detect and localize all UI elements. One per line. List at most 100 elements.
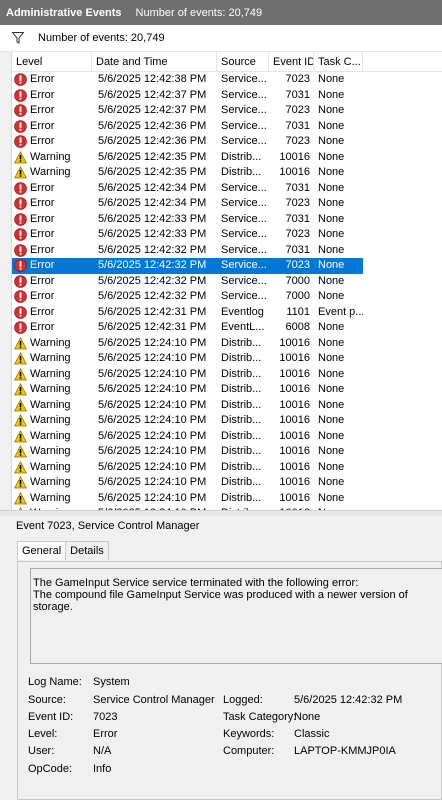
table-row[interactable]: Warning 5/6/2025 12:24:10 PM Distrib... 100… (12, 351, 363, 367)
cell-source: Distrib... (221, 460, 262, 473)
event-message-line-1: The GameInput Service service terminated… (33, 577, 359, 589)
table-row[interactable]: Warning 5/6/2025 12:24:10 PM Distrib... 100… (12, 429, 363, 445)
cell-level: Warning (12, 460, 92, 476)
cell-date: 5/6/2025 12:42:31 PM (98, 321, 207, 333)
level-text: Warning (30, 383, 71, 395)
table-row[interactable]: Warning 5/6/2025 12:24:10 PM Distrib... 100… (12, 398, 363, 414)
table-row[interactable]: Error 5/6/2025 12:42:34 PM Service... 7031 N… (12, 181, 363, 197)
warning-icon (14, 429, 27, 443)
table-row[interactable]: Warning 5/6/2025 12:24:10 PM Distrib... 100… (12, 336, 363, 352)
cell-source: Distrib... (221, 398, 262, 411)
table-row[interactable]: Error 5/6/2025 12:42:33 PM Service... 7023 N… (12, 227, 363, 243)
cell-task-category: None (318, 181, 345, 194)
level-text: Warning (30, 352, 71, 364)
error-icon (14, 243, 27, 257)
pane-title: Administrative Events (6, 6, 122, 19)
event-detail-title: Event 7023, Service Control Manager (16, 520, 200, 532)
cell-date: 5/6/2025 12:42:33 PM (98, 228, 207, 240)
cell-event-id: 10016 (279, 166, 310, 178)
table-row[interactable]: Error 5/6/2025 12:42:32 PM Service... 7000 N… (12, 289, 363, 305)
table-row[interactable]: Error 5/6/2025 12:42:32 PM Service... 7000 N… (12, 274, 363, 290)
table-row[interactable]: Warning 5/6/2025 12:42:35 PM Distrib... 100… (12, 150, 363, 166)
cell-date: 5/6/2025 12:24:10 PM (98, 352, 207, 364)
filter-funnel-icon[interactable] (12, 32, 24, 44)
table-row[interactable]: Warning 5/6/2025 12:42:35 PM Distrib... 100… (12, 165, 363, 181)
cell-event-id: 10016 (279, 398, 310, 411)
cell-level: Warning (12, 491, 92, 507)
tab-details[interactable]: Details (66, 541, 109, 560)
pane-splitter[interactable] (0, 510, 442, 516)
level-text: Error (30, 212, 55, 225)
keywords-value: Classic (294, 728, 330, 740)
cell-level: Warning (12, 351, 92, 367)
table-row[interactable]: Error 5/6/2025 12:42:36 PM Service... 7031 N… (12, 119, 363, 135)
cell-task-category: None (318, 73, 345, 85)
cell-level: Error (12, 212, 92, 228)
table-row[interactable]: Warning 5/6/2025 12:24:10 PM Distrib... 100… (12, 460, 363, 476)
table-row[interactable]: Error 5/6/2025 12:42:38 PM Service... 7023 N… (12, 72, 363, 88)
event-message-box[interactable]: The GameInput Service service terminated… (30, 568, 442, 664)
column-header-date[interactable]: Date and Time (92, 52, 217, 72)
table-row[interactable]: Warning 5/6/2025 12:24:10 PM Distrib... 100… (12, 367, 363, 383)
level-text: Error (30, 259, 55, 271)
table-row[interactable]: Warning 5/6/2025 12:24:10 PM Distrib... 100… (12, 413, 363, 429)
cell-level: Warning (12, 444, 92, 460)
level-text: Error (30, 228, 55, 240)
level-text: Error (30, 88, 55, 101)
cell-task-category: None (318, 228, 345, 240)
events-table[interactable]: Level Date and Time Source Event ID Task… (11, 52, 442, 510)
cell-level: Warning (12, 398, 92, 414)
computer-value: LAPTOP-KMMJP0IA (294, 745, 396, 757)
cell-event-id: 10016 (279, 150, 310, 163)
cell-task-category: None (318, 197, 345, 209)
level-text: Error (30, 135, 55, 147)
level-text: Warning (30, 336, 71, 349)
cell-level: Error (12, 134, 92, 150)
table-row[interactable]: Warning 5/6/2025 12:24:10 PM Distrib... 100… (12, 475, 363, 491)
table-row[interactable]: Error 5/6/2025 12:42:37 PM Service... 7023 N… (12, 103, 363, 119)
keywords-label: Keywords: (223, 728, 275, 740)
table-row[interactable]: Error 5/6/2025 12:42:31 PM Eventlog 1101 Eve… (12, 305, 363, 321)
cell-event-id: 7023 (285, 135, 310, 147)
table-row[interactable]: Error 5/6/2025 12:42:36 PM Service... 7023 N… (12, 134, 363, 150)
error-icon (14, 212, 27, 226)
tab-general[interactable]: General (17, 541, 67, 560)
cell-level: Error (12, 103, 92, 119)
cell-event-id: 7023 (285, 73, 310, 85)
table-row[interactable]: Error 5/6/2025 12:42:37 PM Service... 7031 N… (12, 88, 363, 104)
cell-source: Distrib... (221, 150, 262, 163)
cell-level: Warning (12, 367, 92, 383)
cell-source: EventL... (221, 321, 265, 333)
table-row[interactable]: Warning 5/6/2025 12:24:10 PM Distrib... 100… (12, 444, 363, 460)
table-row[interactable]: Error 5/6/2025 12:42:32 PM Service... 7031 N… (12, 243, 363, 259)
warning-icon (14, 491, 27, 505)
error-icon (14, 290, 27, 304)
column-header-event-id[interactable]: Event ID (269, 52, 314, 72)
error-icon (14, 321, 27, 335)
cell-task-category: None (318, 166, 345, 178)
table-row[interactable]: Error 5/6/2025 12:42:31 PM EventL... 6008 No… (12, 320, 363, 336)
level-text: Warning (30, 414, 71, 426)
column-header-level[interactable]: Level (12, 52, 92, 72)
cell-date: 5/6/2025 12:24:10 PM (98, 336, 207, 349)
cell-event-id: 10016 (279, 352, 310, 364)
cell-event-id: 7031 (285, 181, 310, 194)
cell-source: Service... (221, 259, 267, 271)
table-row[interactable]: Error 5/6/2025 12:42:34 PM Service... 7023 N… (12, 196, 363, 212)
error-icon (14, 104, 27, 118)
table-row[interactable]: Error 5/6/2025 12:42:33 PM Service... 7031 N… (12, 212, 363, 228)
cell-task-category: None (318, 274, 345, 287)
error-icon (14, 73, 27, 87)
user-value: N/A (93, 745, 112, 757)
cell-source: Distrib... (221, 383, 262, 395)
table-row[interactable]: Warning 5/6/2025 12:24:10 PM Distrib... 100… (12, 491, 363, 507)
table-row[interactable]: Error 5/6/2025 12:42:32 PM Service... 7023 N… (12, 258, 363, 274)
cell-source: Distrib... (221, 352, 262, 364)
cell-task-category: None (318, 383, 345, 395)
column-header-task-category[interactable]: Task C... (314, 52, 363, 72)
level-label: Level: (28, 728, 58, 740)
column-header-source[interactable]: Source (217, 52, 269, 72)
table-row[interactable]: Warning 5/6/2025 12:24:10 PM Distrib... 100… (12, 382, 363, 398)
cell-task-category: None (318, 321, 345, 333)
cell-level: Warning (12, 382, 92, 398)
